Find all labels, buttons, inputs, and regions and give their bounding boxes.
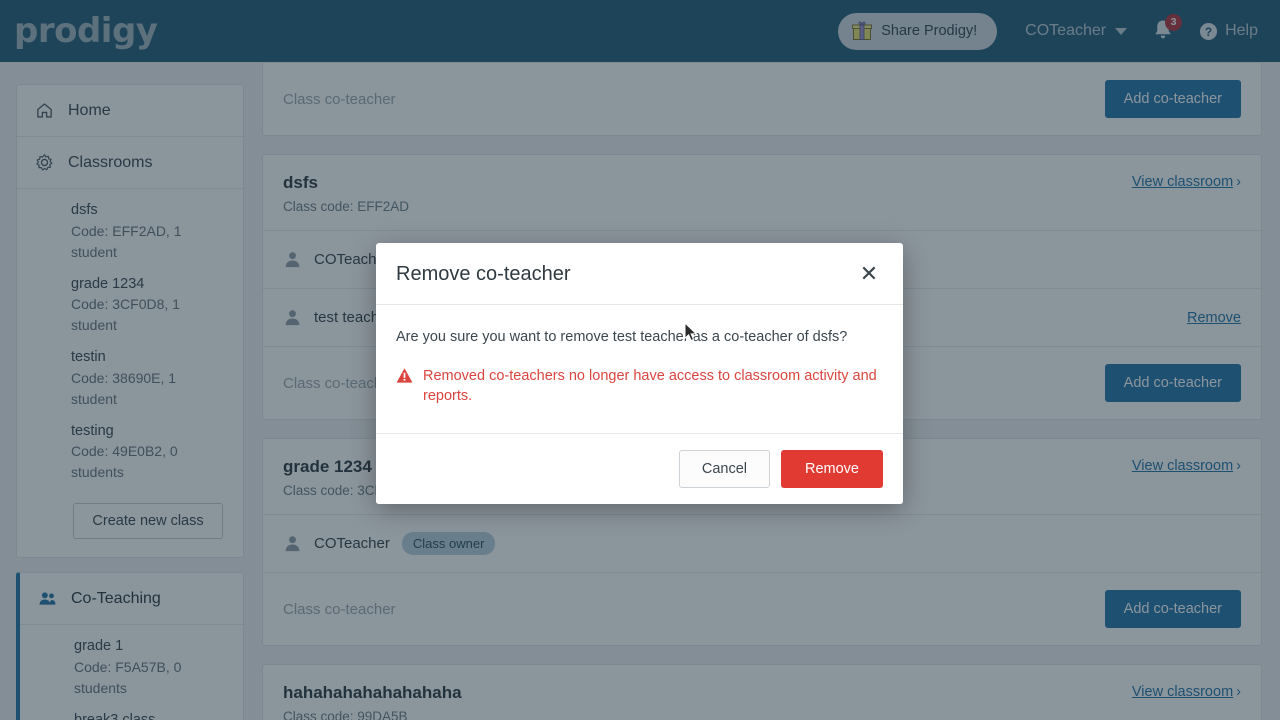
dialog-footer: Cancel Remove: [376, 433, 903, 504]
dialog-header: Remove co-teacher ✕: [376, 243, 903, 305]
dialog-question: Are you sure you want to remove test tea…: [396, 329, 848, 345]
confirm-remove-button[interactable]: Remove: [781, 449, 883, 488]
warning-triangle-icon: [396, 366, 413, 384]
app-root: prodigy Share Prodigy! COTeacher: [0, 0, 1280, 720]
dialog-body: Are you sure you want to remove test tea…: [376, 305, 903, 434]
close-icon[interactable]: ✕: [857, 262, 881, 286]
dialog-warning: Removed co-teachers no longer have acces…: [396, 366, 883, 407]
remove-coteacher-dialog: Remove co-teacher ✕ Are you sure you wan…: [376, 243, 903, 504]
dialog-title: Remove co-teacher: [396, 262, 571, 285]
dialog-warning-text: Removed co-teachers no longer have acces…: [423, 368, 877, 405]
cancel-button[interactable]: Cancel: [678, 449, 770, 488]
